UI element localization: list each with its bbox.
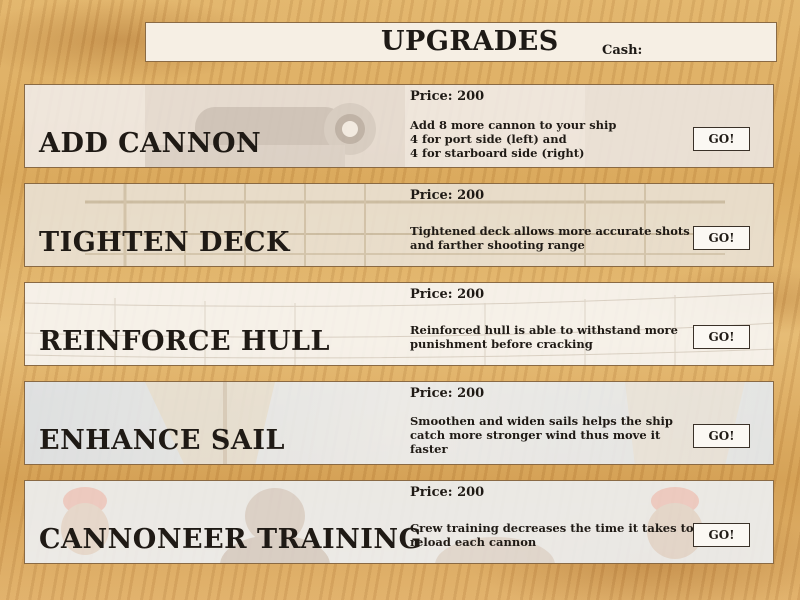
upgrade-name: CANNONEER TRAINING bbox=[39, 524, 423, 555]
reinforce-hull-go-button[interactable]: GO! bbox=[693, 325, 750, 349]
cash-label: Cash: bbox=[602, 43, 643, 58]
upgrade-name: REINFORCE HULL bbox=[39, 326, 330, 357]
upgrade-name: TIGHTEN DECK bbox=[39, 227, 290, 258]
upgrade-description: Add 8 more cannon to your ship 4 for por… bbox=[410, 118, 617, 160]
upgrade-name: ADD CANNON bbox=[39, 128, 262, 159]
upgrade-description: Tightened deck allows more accurate shot… bbox=[410, 224, 690, 252]
upgrade-description: Reinforced hull is able to withstand mor… bbox=[410, 323, 678, 351]
upgrade-description: Smoothen and widen sails helps the ship … bbox=[410, 414, 673, 456]
tighten-deck-go-button[interactable]: GO! bbox=[693, 226, 750, 250]
upgrade-panel-cannoneer-training: CANNONEER TRAINING Price: 200 Crew train… bbox=[24, 480, 774, 564]
upgrade-price: Price: 200 bbox=[410, 287, 485, 302]
upgrade-panel-enhance-sail: ENHANCE SAIL Price: 200 Smoothen and wid… bbox=[24, 381, 774, 465]
upgrade-description: Crew training decreases the time it take… bbox=[410, 521, 694, 549]
upgrade-panel-add-cannon: ADD CANNON Price: 200 Add 8 more cannon … bbox=[24, 84, 774, 168]
upgrade-price: Price: 200 bbox=[410, 89, 485, 104]
enhance-sail-go-button[interactable]: GO! bbox=[693, 424, 750, 448]
add-cannon-go-button[interactable]: GO! bbox=[693, 127, 750, 151]
upgrade-panel-tighten-deck: TIGHTEN DECK Price: 200 Tightened deck a… bbox=[24, 183, 774, 267]
page-title: UPGRADES bbox=[381, 26, 559, 57]
upgrade-price: Price: 200 bbox=[410, 485, 485, 500]
upgrade-panel-reinforce-hull: REINFORCE HULL Price: 200 Reinforced hul… bbox=[24, 282, 774, 366]
upgrade-price: Price: 200 bbox=[410, 386, 485, 401]
upgrade-price: Price: 200 bbox=[410, 188, 485, 203]
upgrades-header: UPGRADES Cash: bbox=[145, 22, 777, 62]
upgrade-name: ENHANCE SAIL bbox=[39, 425, 285, 456]
cannoneer-training-go-button[interactable]: GO! bbox=[693, 523, 750, 547]
